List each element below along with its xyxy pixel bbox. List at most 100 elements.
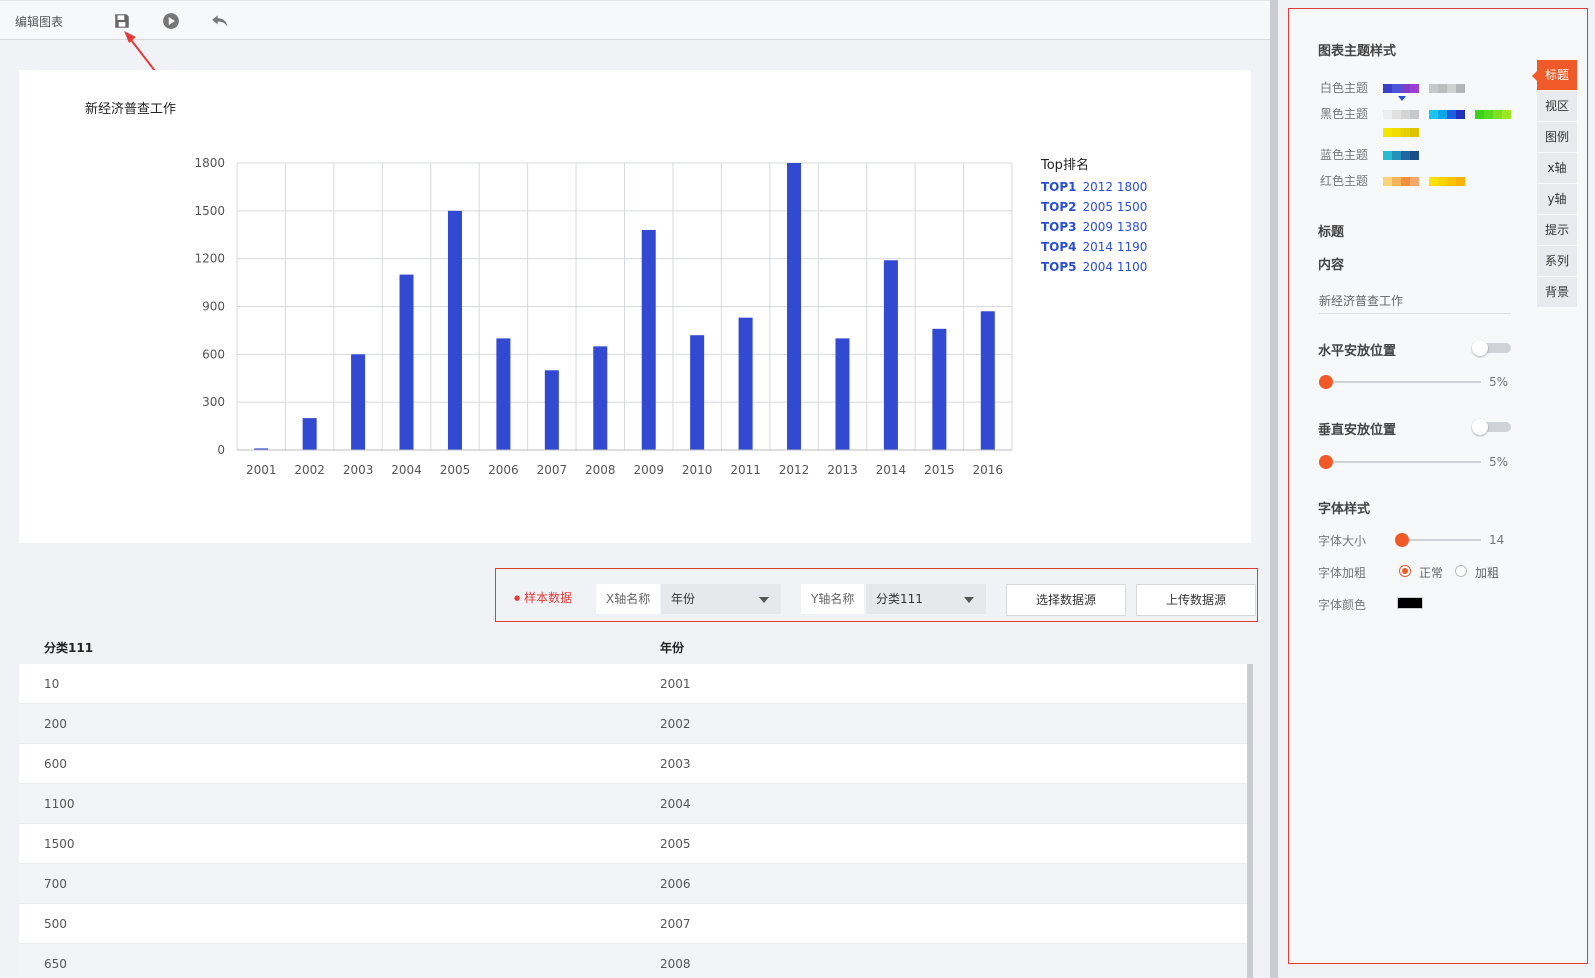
slider-handle[interactable] — [1395, 533, 1409, 547]
cell-year: 2004 — [660, 797, 691, 811]
bar-2010 — [690, 335, 705, 450]
black-theme-label: 黑色主题 — [1320, 107, 1369, 121]
bar-2005 — [447, 210, 462, 450]
font-weight-normal-radio[interactable] — [1399, 565, 1411, 577]
bar-2008 — [593, 346, 608, 450]
bar-2013 — [835, 338, 850, 450]
table-row[interactable]: 650 2008 — [19, 944, 1251, 978]
page-scrollbar[interactable] — [1270, 0, 1278, 978]
tab-5[interactable]: 提示 — [1537, 215, 1577, 245]
legend-item: TOP5 2004 1100 — [1041, 257, 1201, 277]
font-weight-label: 字体加粗 — [1318, 566, 1367, 580]
table-header: 分类111 年份 — [19, 632, 1251, 664]
x-tick-label: 2010 — [682, 463, 713, 477]
title-content-input[interactable]: 新经济普查工作 — [1319, 292, 1511, 314]
vertical-position-slider[interactable] — [1319, 455, 1481, 469]
legend-item: TOP1 2012 1800 — [1041, 177, 1201, 197]
tab-1[interactable]: 视区 — [1537, 91, 1577, 121]
bar-2007 — [544, 370, 559, 450]
table-row[interactable]: 10 2001 — [19, 664, 1251, 704]
horizontal-position-toggle[interactable] — [1472, 340, 1511, 356]
legend-value: 1380 — [1116, 220, 1148, 234]
table-row[interactable]: 600 2003 — [19, 744, 1251, 784]
font-size-label: 字体大小 — [1318, 534, 1367, 548]
selected-theme-marker — [1398, 96, 1406, 101]
table-scrollbar[interactable] — [1247, 664, 1253, 978]
table-row[interactable]: 700 2006 — [19, 864, 1251, 904]
black-theme-swatch-3[interactable] — [1475, 110, 1511, 119]
cell-year: 2006 — [660, 877, 691, 891]
table-row[interactable]: 1100 2004 — [19, 784, 1251, 824]
cell-value: 10 — [44, 677, 60, 691]
table-row[interactable]: 200 2002 — [19, 704, 1251, 744]
y-axis-select[interactable]: 分类111 — [866, 584, 986, 614]
font-size-slider[interactable] — [1395, 533, 1481, 547]
font-color-label: 字体颜色 — [1318, 598, 1367, 612]
legend-value: 1500 — [1116, 200, 1148, 214]
x-axis-name-label: X轴名称 — [596, 584, 661, 614]
vertical-position-header: 垂直安放位置 — [1318, 423, 1397, 438]
cell-value: 700 — [44, 877, 67, 891]
vertical-position-toggle[interactable] — [1472, 419, 1511, 435]
play-icon[interactable] — [161, 11, 181, 31]
legend-year: 2004 — [1082, 260, 1117, 274]
y-tick-label: 0 — [217, 443, 225, 457]
save-icon[interactable] — [112, 11, 132, 31]
legend-rank: TOP3 — [1041, 220, 1077, 234]
font-weight-bold-radio[interactable] — [1455, 565, 1467, 577]
red-theme-swatch-1[interactable] — [1383, 177, 1419, 186]
x-tick-label: 2012 — [779, 463, 810, 477]
table-row[interactable]: 1500 2005 — [19, 824, 1251, 864]
select-data-source-button[interactable]: 选择数据源 — [1006, 584, 1126, 616]
x-tick-label: 2009 — [633, 463, 664, 477]
black-theme-swatch-4[interactable] — [1383, 128, 1419, 137]
tab-7[interactable]: 背景 — [1537, 277, 1577, 307]
legend-title: Top排名 — [1041, 158, 1089, 173]
white-theme-swatch-1[interactable] — [1383, 84, 1419, 93]
tab-6[interactable]: 系列 — [1537, 246, 1577, 276]
x-axis-select-value: 年份 — [671, 592, 696, 606]
red-theme-swatch-2[interactable] — [1429, 177, 1465, 186]
cell-year: 2005 — [660, 837, 691, 851]
y-tick-label: 300 — [202, 395, 225, 409]
tab-2[interactable]: 图例 — [1537, 122, 1577, 152]
bar-2003 — [351, 354, 366, 450]
undo-icon[interactable] — [210, 11, 230, 31]
column-header-year[interactable]: 年份 — [660, 639, 684, 656]
content-section-header: 内容 — [1318, 258, 1345, 273]
tab-4[interactable]: y轴 — [1537, 184, 1577, 214]
x-tick-label: 2014 — [876, 463, 907, 477]
sample-data-label: 样本数据 — [514, 589, 572, 606]
white-theme-swatch-2[interactable] — [1429, 84, 1465, 93]
cell-year: 2007 — [660, 917, 691, 931]
slider-handle[interactable] — [1319, 455, 1333, 469]
x-tick-label: 2003 — [343, 463, 374, 477]
horizontal-position-header: 水平安放位置 — [1318, 344, 1397, 359]
black-theme-swatch-2[interactable] — [1429, 110, 1465, 119]
legend-rank: TOP2 — [1041, 200, 1077, 214]
blue-theme-swatch-1[interactable] — [1383, 151, 1419, 160]
bar-2006 — [496, 338, 511, 450]
title-section-header: 标题 — [1318, 225, 1345, 240]
column-header-value[interactable]: 分类111 — [44, 639, 93, 656]
bar-2015 — [932, 328, 947, 450]
white-theme-label: 白色主题 — [1320, 81, 1369, 95]
table-row[interactable]: 500 2007 — [19, 904, 1251, 944]
top-ranking-legend: Top排名 TOP1 2012 1800 TOP2 2005 1500 TOP3 2009… — [1041, 154, 1201, 277]
bar-2014 — [883, 260, 898, 450]
chart-editor: 编辑图表 新经济普查工作 0 300 600 900 1200 1500 1800 2001 2… — [0, 0, 1595, 978]
tab-3[interactable]: x轴 — [1537, 153, 1577, 183]
tab-0[interactable]: 标题 — [1532, 60, 1577, 90]
legend-year: 2014 — [1082, 240, 1117, 254]
upload-data-source-button[interactable]: 上传数据源 — [1136, 584, 1256, 616]
black-theme-swatch-1[interactable] — [1383, 110, 1419, 119]
horizontal-position-slider[interactable] — [1319, 375, 1481, 389]
bar-2016 — [980, 311, 995, 450]
red-theme-label: 红色主题 — [1320, 174, 1369, 188]
slider-handle[interactable] — [1319, 375, 1333, 389]
x-tick-label: 2015 — [924, 463, 955, 477]
font-color-picker[interactable] — [1397, 597, 1423, 609]
bar-2004 — [399, 274, 414, 450]
x-axis-select[interactable]: 年份 — [661, 584, 781, 614]
bar-2002 — [302, 418, 317, 450]
